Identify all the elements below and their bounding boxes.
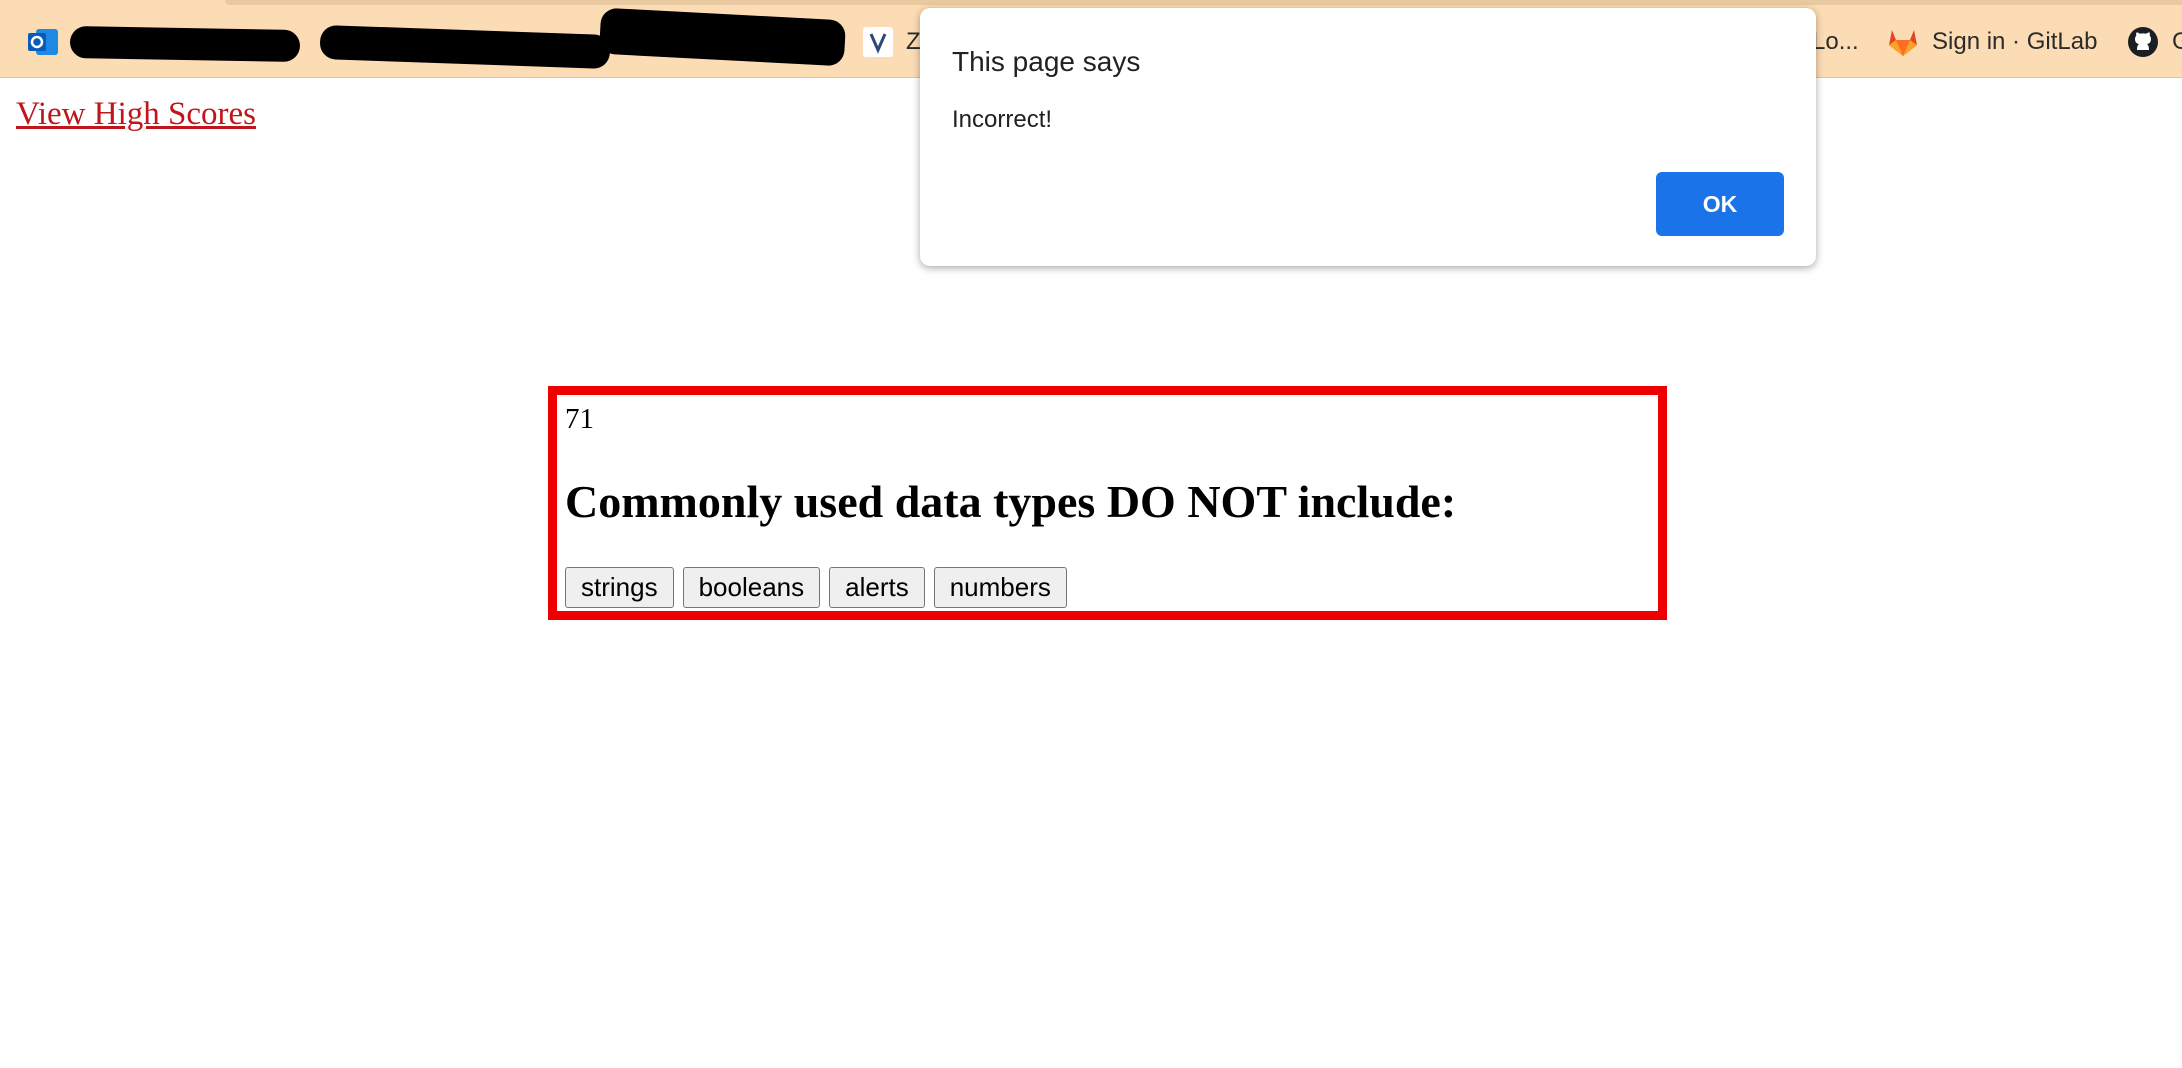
bookmark-vercel[interactable]: Z [862, 22, 921, 62]
answer-buttons: strings booleans alerts numbers [565, 567, 1067, 608]
bookmark-github[interactable]: G [2126, 22, 2182, 62]
bookmark-label: G [2172, 28, 2182, 55]
redacted-bookmark [319, 24, 611, 70]
bookmark-gitlab[interactable]: Sign in · GitLab [1886, 22, 2097, 62]
dialog-message: Incorrect! [952, 106, 1053, 133]
bookmark-label: Sign in · GitLab [1932, 28, 2098, 55]
timer: 71 [565, 403, 594, 435]
redacted-bookmark [69, 25, 301, 63]
quiz-card: 71 Commonly used data types DO NOT inclu… [548, 386, 1667, 620]
vercel-v-icon [862, 26, 894, 58]
gitlab-icon [1886, 25, 1920, 59]
bookmark-label: Z [906, 28, 921, 55]
github-icon [2126, 25, 2160, 59]
view-high-scores-link[interactable]: View High Scores [16, 96, 256, 133]
dialog-title: This page says [952, 46, 1141, 77]
answer-button-numbers[interactable]: numbers [933, 567, 1067, 608]
bookmark-item[interactable]: Lo... [1812, 22, 1859, 62]
tab-strip-edge [225, 0, 2182, 5]
bookmark-label: Lo... [1812, 28, 1859, 55]
ok-button[interactable]: OK [1656, 172, 1784, 236]
alert-dialog: This page says Incorrect! OK [920, 8, 1816, 266]
outlook-icon [26, 25, 60, 59]
redacted-bookmark [598, 7, 847, 67]
answer-button-alerts[interactable]: alerts [829, 567, 925, 608]
answer-button-booleans[interactable]: booleans [682, 567, 821, 608]
question-text: Commonly used data types DO NOT include: [565, 476, 1457, 527]
bookmark-outlook[interactable] [26, 22, 72, 62]
answer-button-strings[interactable]: strings [565, 567, 674, 608]
